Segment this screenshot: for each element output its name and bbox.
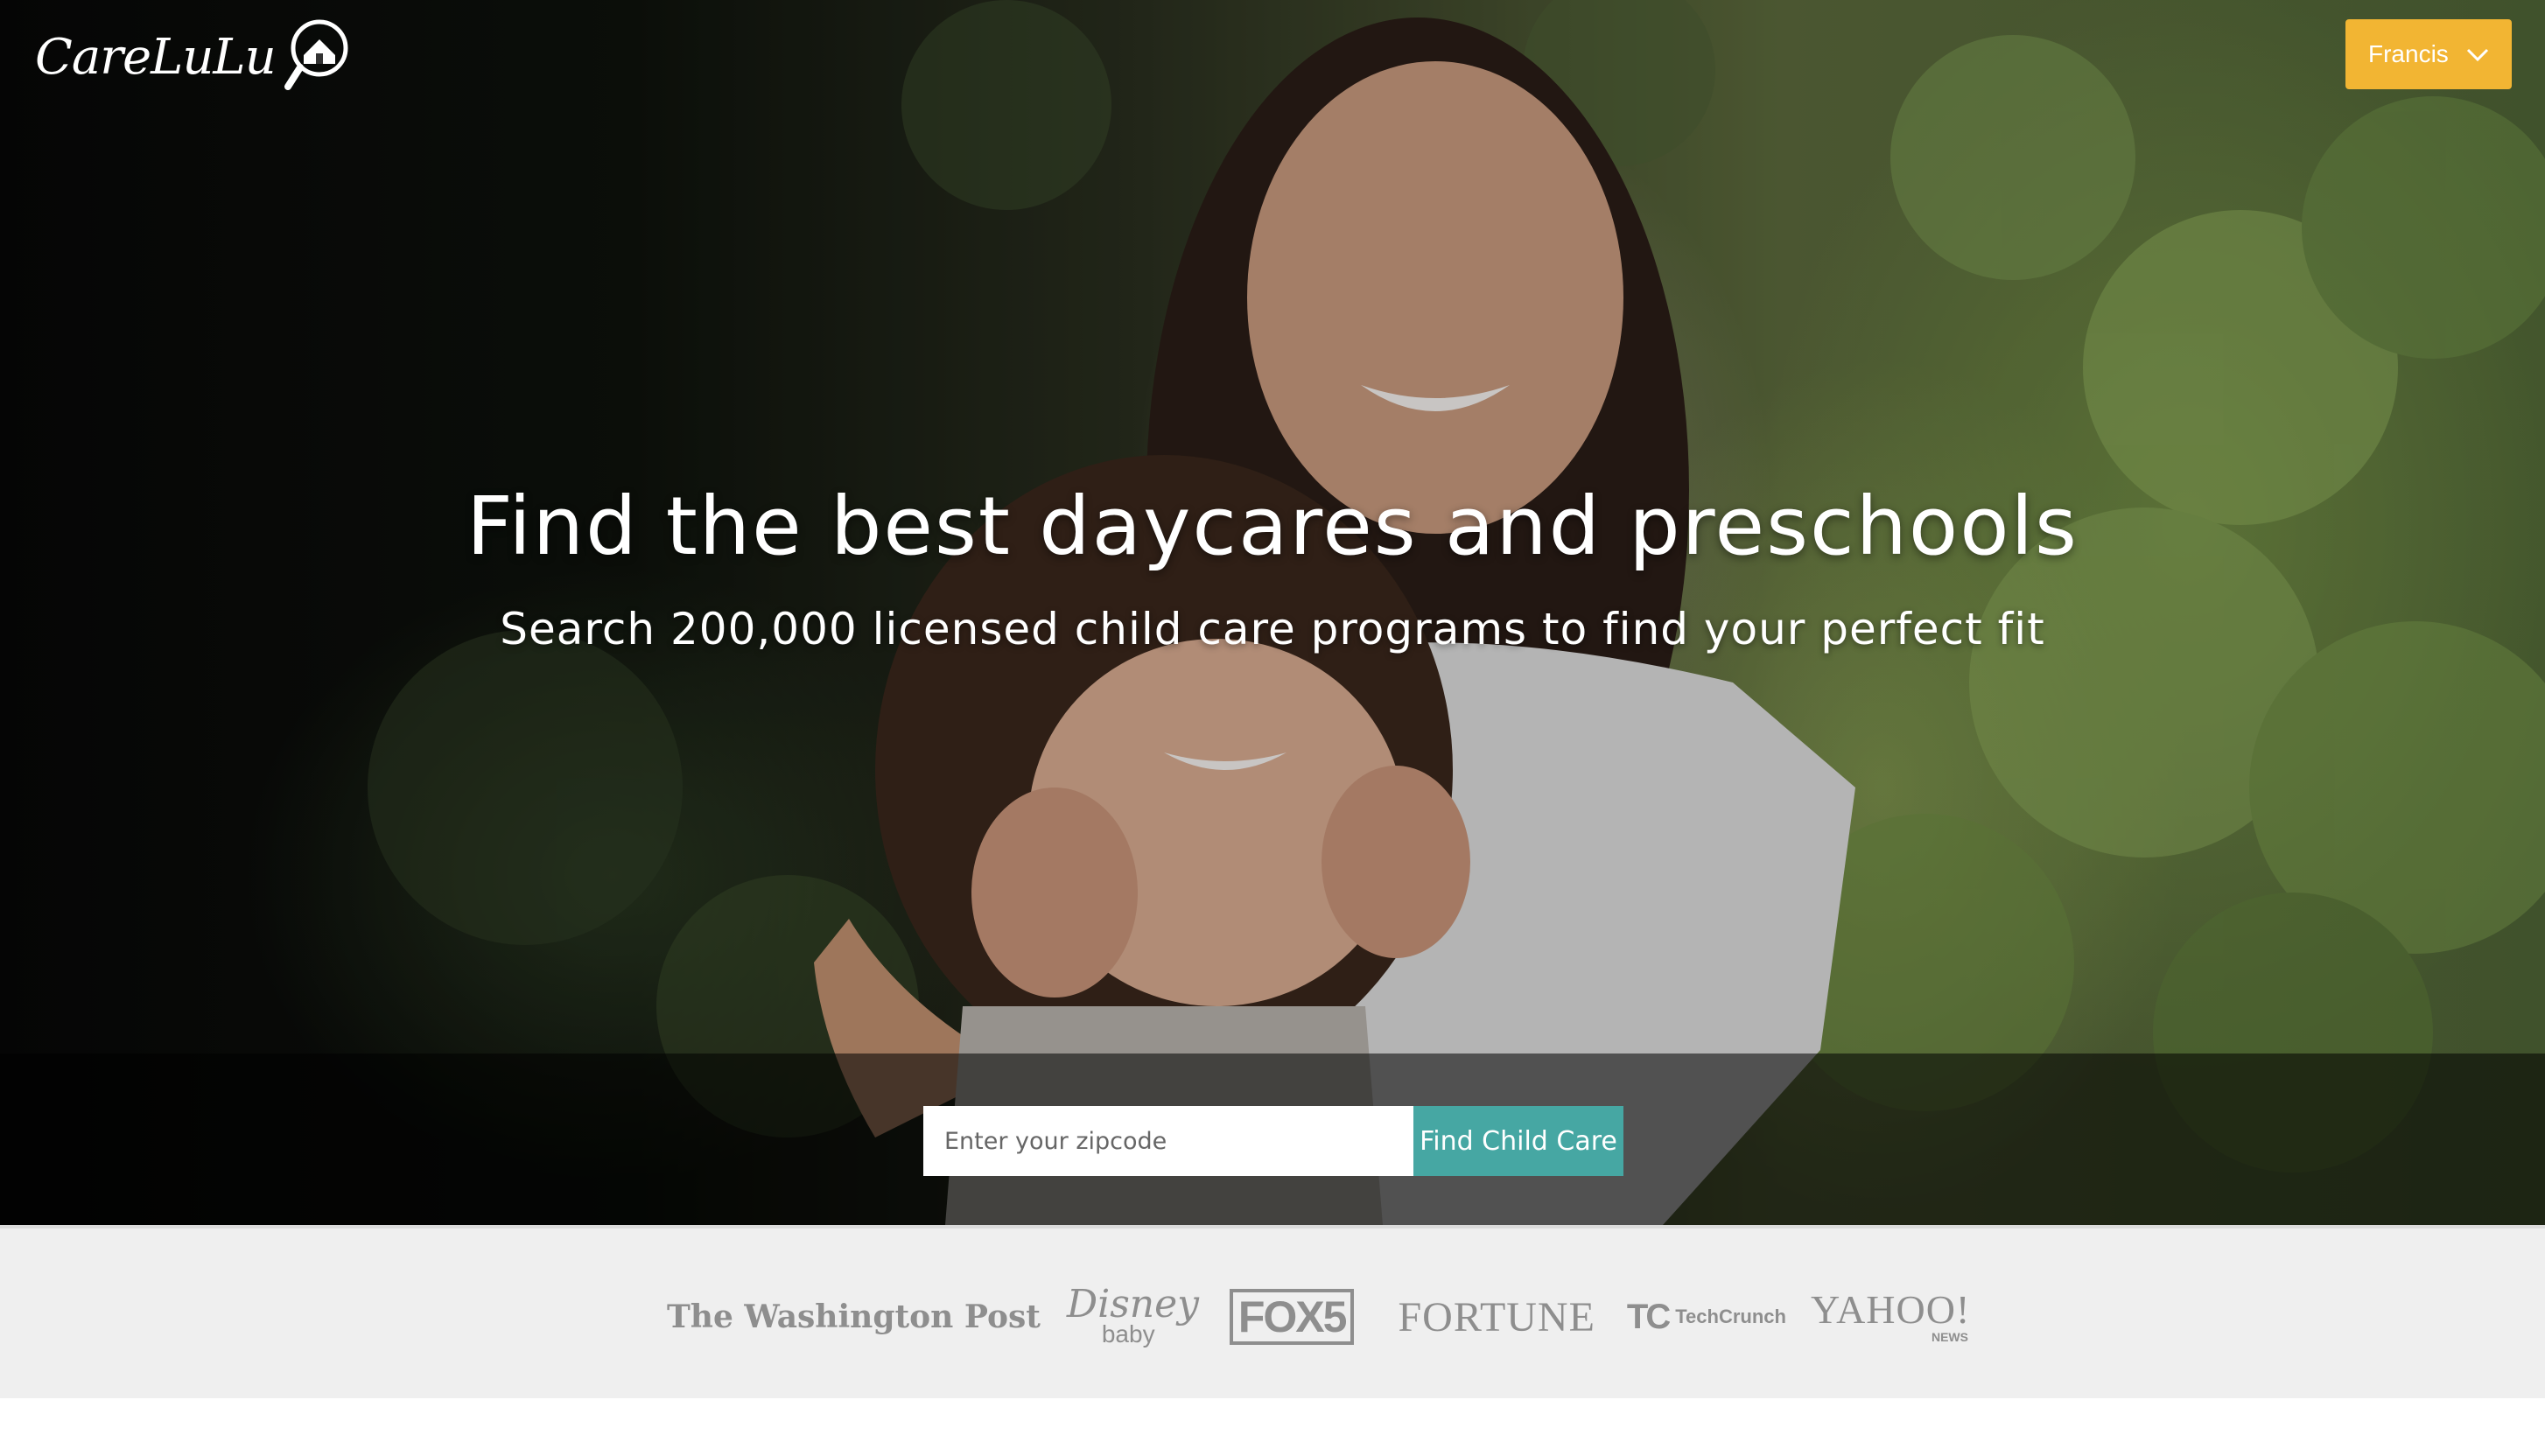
page: Find the best daycares and preschools Se… [0,0,2545,1456]
techcrunch-wordmark: TechCrunch [1675,1306,1786,1327]
brand-name: CareLuLu [35,29,277,86]
techcrunch-mark: TC [1626,1297,1671,1336]
yahoo-logo-subtext: NEWS [1931,1330,1968,1344]
find-child-care-button[interactable]: Find Child Care [1413,1106,1623,1176]
chevron-down-icon [2466,40,2489,68]
disney-baby-logo: Disney baby [1067,1282,1199,1352]
fortune-logo: FORTUNE [1398,1293,1595,1340]
hero-title: Find the best daycares and preschools [466,480,2079,573]
press-logos: The Washington Post Disney baby FOX5 FOR… [667,1282,1986,1352]
user-name: Francis [2368,40,2449,67]
user-menu-button[interactable]: Francis [2345,19,2512,89]
yahoo-news-logo: YAHOO! NEWS [1811,1284,1986,1349]
disney-logo-subtext: baby [1101,1320,1155,1348]
hero-subtitle: Search 200,000 licensed child care progr… [500,604,2045,654]
washington-post-logo: The Washington Post [667,1298,1041,1335]
techcrunch-logo: TC TechCrunch [1627,1298,1786,1337]
footer-space [0,1398,2545,1456]
magnifier-house-icon [281,17,351,99]
zipcode-input[interactable] [923,1106,1413,1176]
brand-logo[interactable]: CareLuLu [35,16,351,99]
hero-section: Find the best daycares and preschools Se… [0,0,2545,1225]
yahoo-logo-text: YAHOO! [1810,1287,1971,1332]
fox5-logo: FOX5 [1229,1289,1355,1345]
